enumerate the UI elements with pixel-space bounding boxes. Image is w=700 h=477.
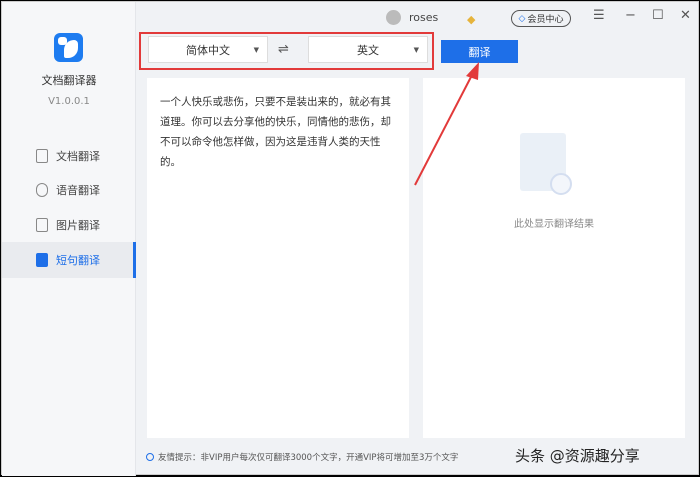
annotation-arrow <box>414 62 479 186</box>
